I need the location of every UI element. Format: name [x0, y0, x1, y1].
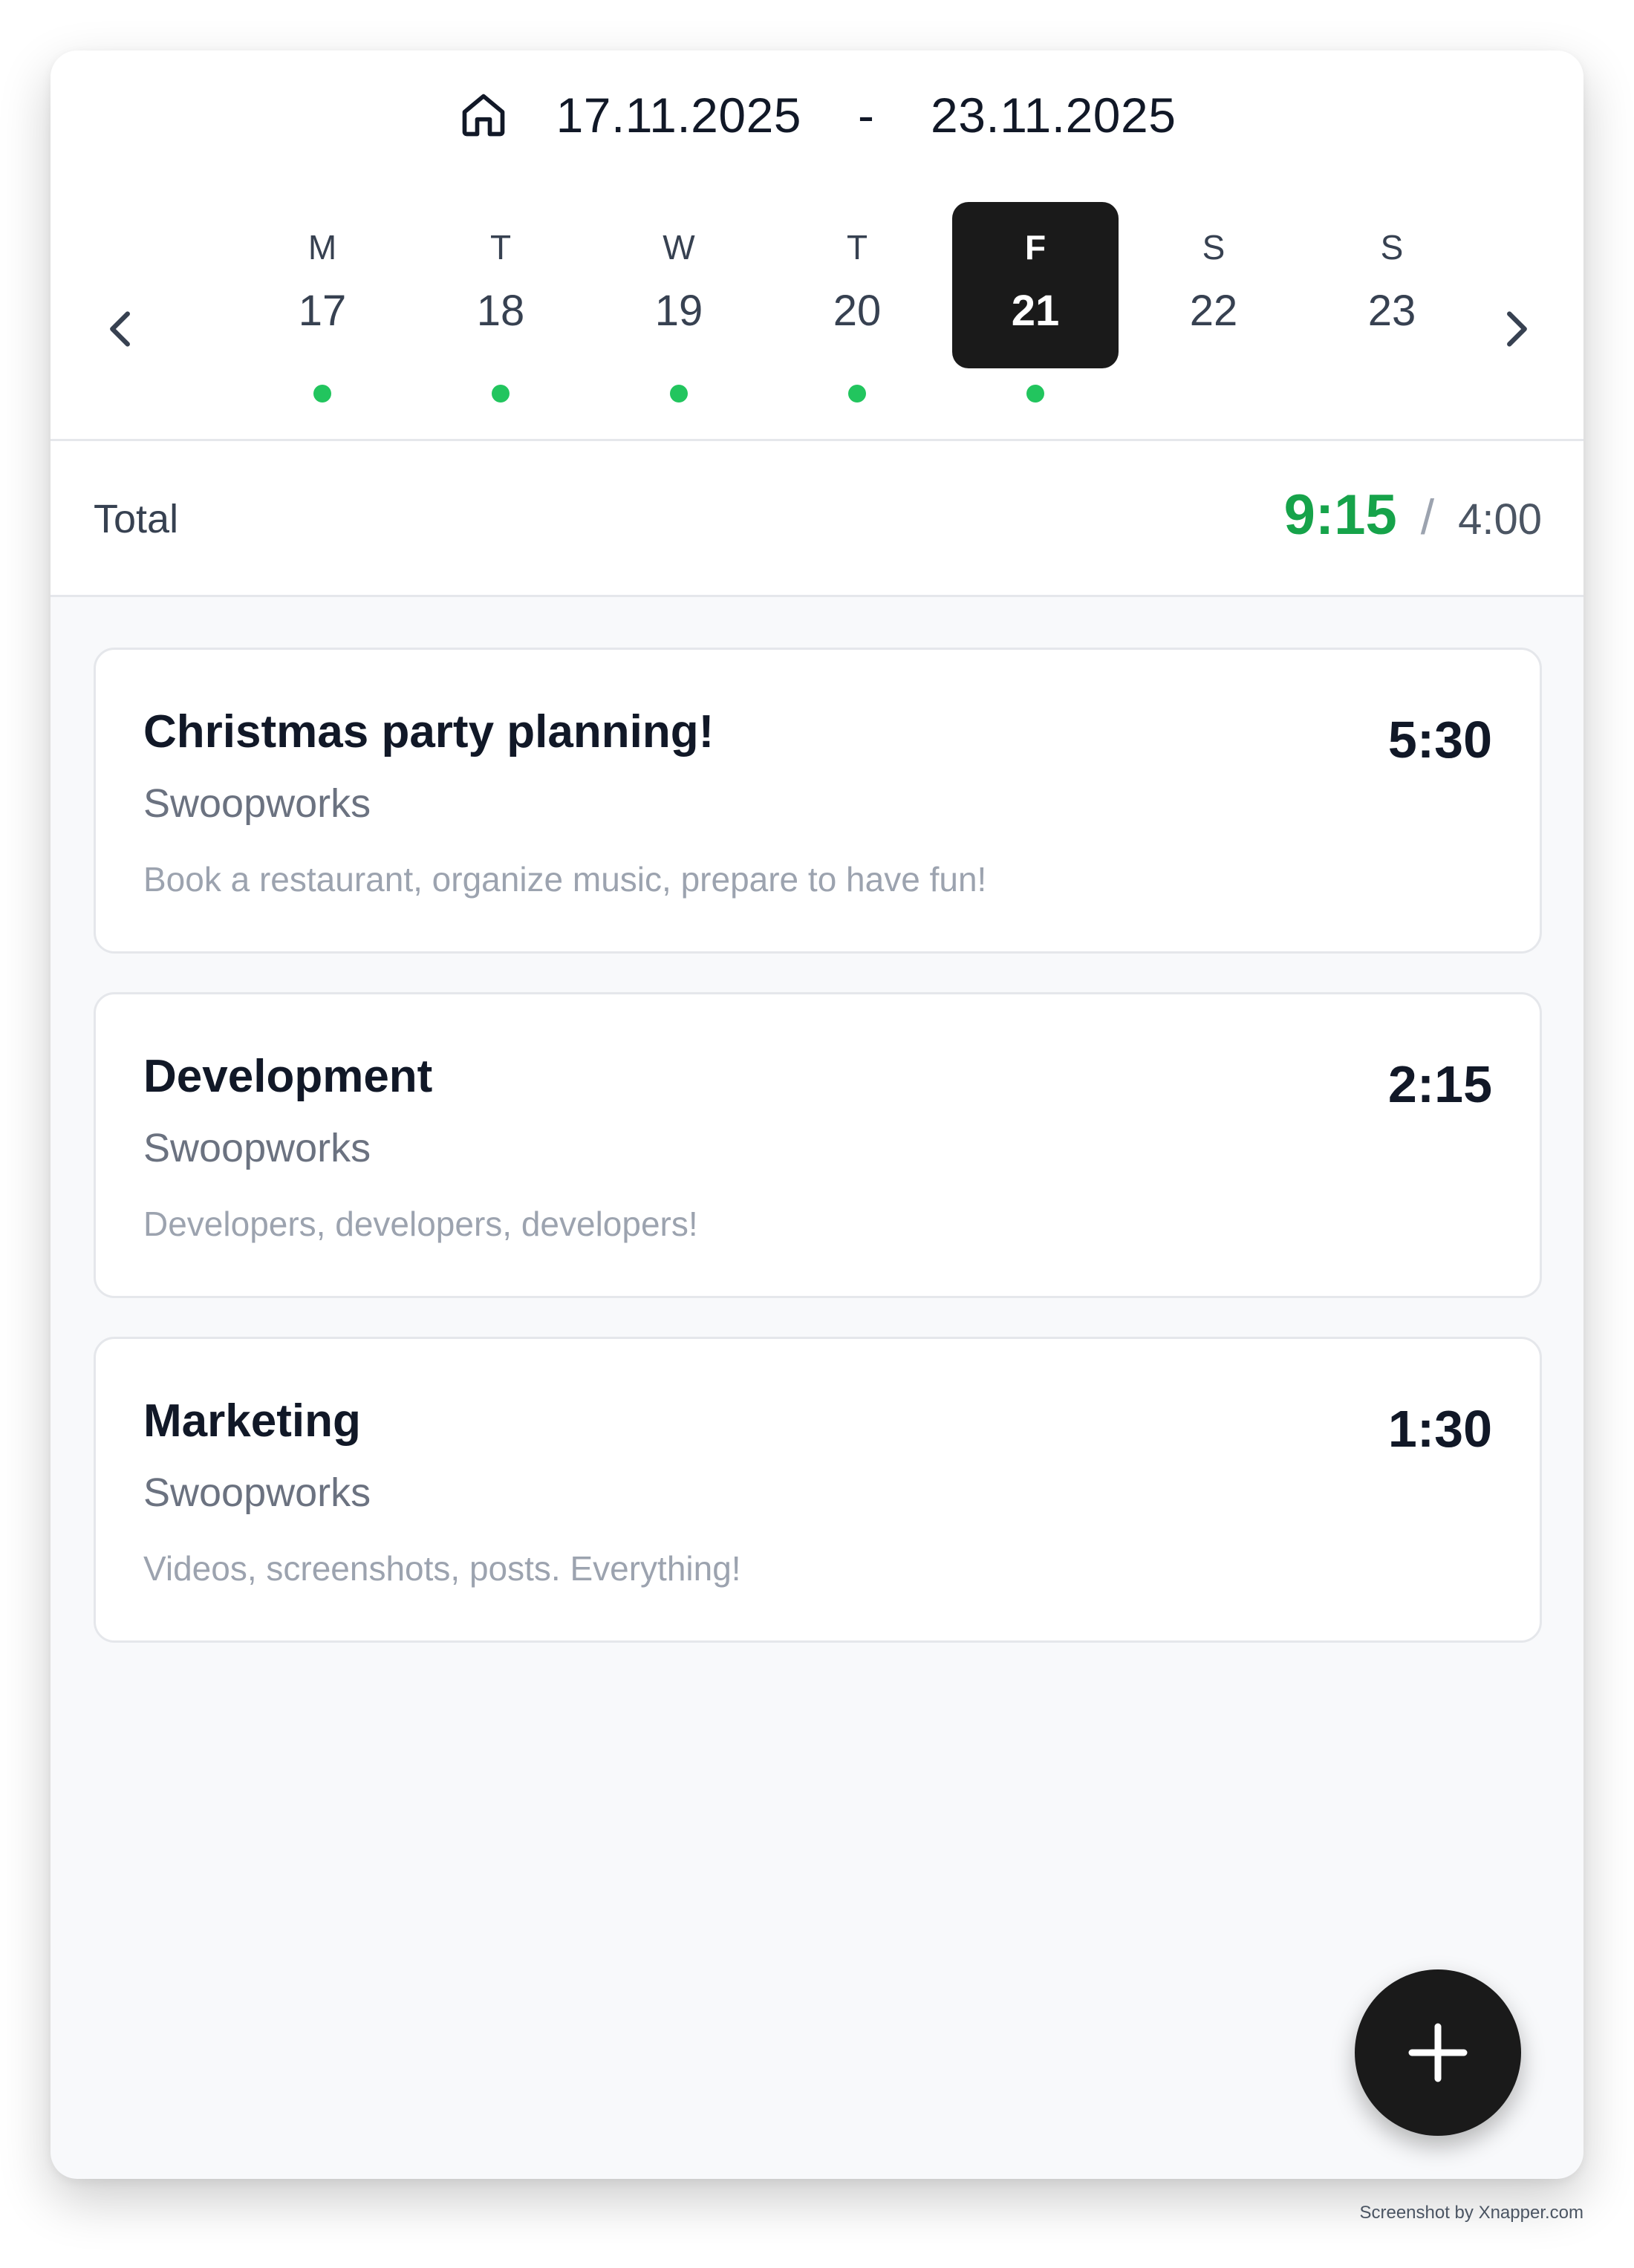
entry-indicator-dot: [1026, 385, 1044, 403]
total-logged-time: 9:15: [1283, 483, 1397, 547]
entry-client: Swoopworks: [143, 1470, 371, 1515]
chevron-right-icon[interactable]: [1490, 303, 1542, 355]
day-letter: F: [1024, 228, 1047, 267]
day-saturday-22[interactable]: S 22: [1130, 202, 1297, 368]
day-friday-21[interactable]: F 21: [952, 202, 1119, 368]
time-entry-card[interactable]: Development 2:15 Swoopworks Developers, …: [94, 992, 1542, 1298]
screenshot-stage: 17.11.2025 - 23.11.2025 M 17 T 18 W 19 T…: [0, 0, 1634, 2268]
total-separator: /: [1420, 489, 1435, 544]
entry-indicator-dot: [848, 385, 866, 403]
day-number: 23: [1367, 287, 1416, 335]
day-letter: M: [307, 228, 337, 267]
entry-description: Book a restaurant, organize music, prepa…: [143, 860, 987, 899]
day-sunday-23[interactable]: S 23: [1309, 202, 1475, 368]
entry-indicator-dot: [492, 385, 510, 403]
watermark: Screenshot by Xnapper.com: [1359, 2203, 1583, 2223]
chevron-left-icon[interactable]: [95, 303, 147, 355]
plus-icon: [1408, 2023, 1468, 2082]
day-number: 20: [833, 287, 882, 335]
total-values: 9:15 / 4:00: [1284, 487, 1542, 544]
entry-title: Marketing: [143, 1395, 361, 1447]
day-number: 21: [1011, 287, 1060, 335]
day-wednesday-19[interactable]: W 19: [596, 202, 762, 368]
add-entry-button[interactable]: [1355, 1969, 1521, 2136]
time-entry-card[interactable]: Marketing 1:30 Swoopworks Videos, screen…: [94, 1337, 1542, 1643]
entry-duration: 2:15: [1387, 1055, 1492, 1113]
entry-title: Christmas party planning!: [143, 706, 715, 757]
entry-duration: 1:30: [1387, 1400, 1492, 1458]
day-letter: T: [846, 228, 868, 267]
range-separator: -: [858, 88, 874, 143]
entry-client: Swoopworks: [143, 781, 371, 826]
range-end-date: 23.11.2025: [930, 88, 1176, 143]
date-range: 17.11.2025 - 23.11.2025: [51, 50, 1583, 180]
day-monday-17[interactable]: M 17: [239, 202, 406, 368]
day-number: 18: [476, 287, 525, 335]
week-header: 17.11.2025 - 23.11.2025 M 17 T 18 W 19 T…: [51, 50, 1583, 441]
day-letter: S: [1380, 228, 1404, 267]
time-tracker-window: 17.11.2025 - 23.11.2025 M 17 T 18 W 19 T…: [51, 50, 1583, 2179]
day-thursday-20[interactable]: T 20: [774, 202, 940, 368]
entry-indicator-dot: [313, 385, 331, 403]
range-start-date: 17.11.2025: [556, 88, 801, 143]
entry-title: Development: [143, 1051, 433, 1102]
home-icon[interactable]: [458, 90, 509, 140]
daily-total-row: Total 9:15 / 4:00: [51, 441, 1583, 597]
total-target-time: 4:00: [1458, 495, 1542, 544]
time-entry-list: Christmas party planning! 5:30 Swoopwork…: [94, 648, 1542, 1681]
time-entry-card[interactable]: Christmas party planning! 5:30 Swoopwork…: [94, 648, 1542, 954]
day-tuesday-18[interactable]: T 18: [417, 202, 584, 368]
day-letter: S: [1202, 228, 1226, 267]
day-letter: T: [489, 228, 512, 267]
entry-description: Videos, screenshots, posts. Everything!: [143, 1549, 741, 1588]
entry-duration: 5:30: [1387, 711, 1492, 769]
entry-client: Swoopworks: [143, 1126, 371, 1170]
day-letter: W: [663, 228, 695, 267]
entry-indicator-dot: [670, 385, 688, 403]
day-number: 19: [654, 287, 703, 335]
total-label: Total: [94, 497, 179, 541]
day-number: 17: [298, 287, 347, 335]
day-number: 22: [1189, 287, 1238, 335]
entry-description: Developers, developers, developers!: [143, 1205, 698, 1243]
